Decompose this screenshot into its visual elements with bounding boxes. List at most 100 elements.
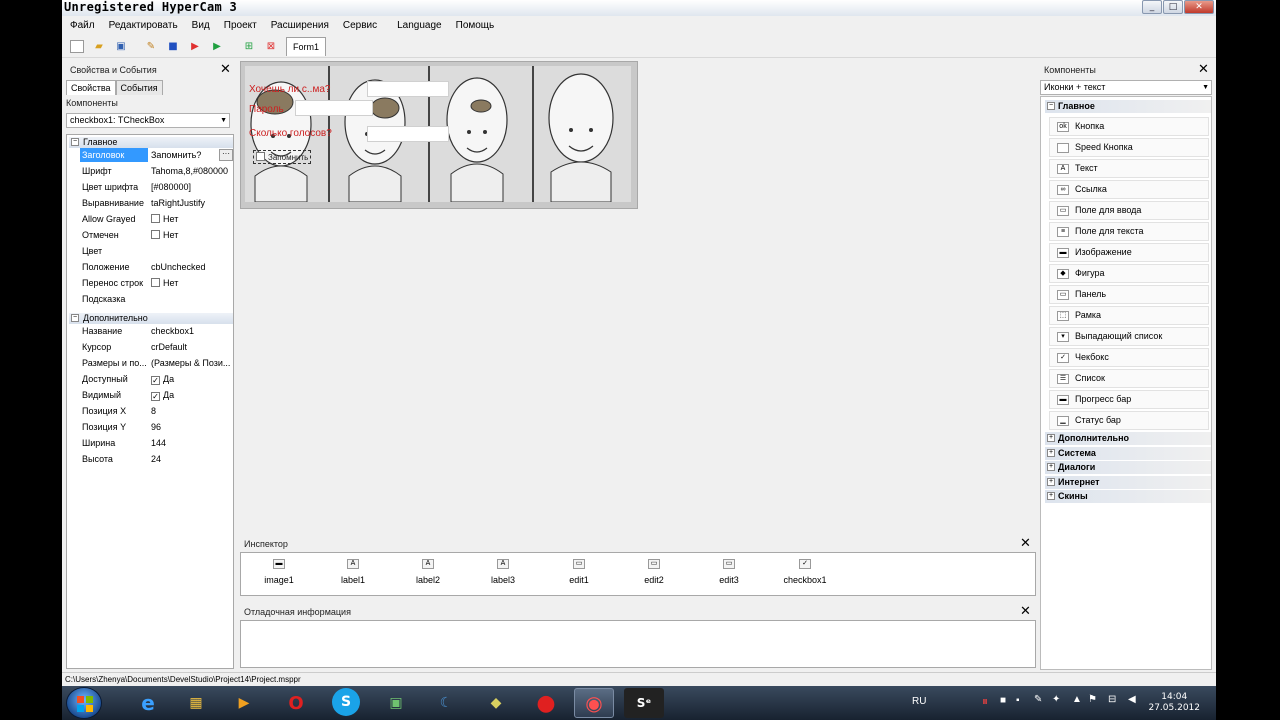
- component-shape[interactable]: ◆ Фигура: [1049, 264, 1209, 283]
- components-category-system[interactable]: + Система: [1045, 447, 1211, 460]
- run-green-icon[interactable]: ▶: [210, 40, 224, 53]
- volume-icon[interactable]: ◀: [1128, 694, 1136, 705]
- prop-row-state[interactable]: Положение cbUnchecked: [80, 260, 233, 274]
- prop-row-font-color[interactable]: Цвет шрифта [#080000]: [80, 180, 233, 194]
- tray-icon[interactable]: ✦: [1052, 694, 1060, 705]
- expand-icon[interactable]: +: [1047, 492, 1055, 500]
- components-category-internet[interactable]: + Интернет: [1045, 476, 1211, 489]
- prop-row-caption[interactable]: Заголовок Запомнить? ···: [80, 148, 233, 162]
- inspector-item-checkbox1[interactable]: ✓ checkbox1: [775, 559, 835, 585]
- form-edit1[interactable]: [367, 81, 449, 97]
- component-combobox[interactable]: ▾ Выпадающий список: [1049, 327, 1209, 346]
- remove-form-icon[interactable]: ⊠: [264, 40, 278, 53]
- menu-edit[interactable]: Редактировать: [101, 20, 184, 31]
- debug-close-icon[interactable]: ✕: [1020, 605, 1031, 618]
- form-label3[interactable]: Сколько голосов?: [249, 128, 332, 139]
- inspector-item-label1[interactable]: Alabel1: [323, 559, 383, 585]
- edit-icon[interactable]: ✎: [144, 40, 158, 53]
- prop-value[interactable]: 8: [151, 404, 233, 418]
- inspector-item-edit2[interactable]: ▭ edit2: [624, 559, 684, 585]
- stop-icon[interactable]: ■: [166, 40, 180, 53]
- expand-icon[interactable]: +: [1047, 434, 1055, 442]
- clock[interactable]: 14:04 27.05.2012: [1148, 692, 1200, 714]
- ellipsis-button[interactable]: ···: [219, 149, 233, 161]
- skype-icon[interactable]: S: [332, 688, 360, 716]
- components-category-skins[interactable]: + Скины: [1045, 490, 1211, 503]
- menu-file[interactable]: Файл: [62, 20, 101, 31]
- hypercam-tray-icon[interactable]: ⏸: [982, 694, 988, 709]
- inspector-item-image1[interactable]: ▬ image1: [249, 559, 309, 585]
- prop-value[interactable]: 144: [151, 436, 233, 450]
- close-button[interactable]: ✕: [1184, 0, 1214, 14]
- inspector-item-edit3[interactable]: ▭ edit3: [699, 559, 759, 585]
- explorer-icon[interactable]: ▦: [176, 688, 216, 718]
- collapse-icon[interactable]: −: [71, 138, 79, 146]
- components-view-select[interactable]: Иконки + текст ▼: [1040, 80, 1212, 95]
- debug-output[interactable]: [240, 620, 1036, 668]
- prop-row-checked[interactable]: Отмечен Нет: [80, 228, 233, 242]
- prop-row-word-wrap[interactable]: Перенос строк Нет: [80, 276, 233, 290]
- prop-value[interactable]: checkbox1: [151, 324, 233, 338]
- maximize-button[interactable]: □: [1163, 0, 1183, 14]
- tab-form1[interactable]: Form1: [286, 37, 327, 56]
- form-edit3[interactable]: [367, 126, 449, 142]
- components-category-dialogs[interactable]: + Диалоги: [1045, 461, 1211, 474]
- collapse-icon[interactable]: −: [1047, 102, 1055, 110]
- sublime-icon[interactable]: Sᵉ: [624, 688, 664, 718]
- save-icon[interactable]: ▣: [114, 40, 128, 53]
- prop-value[interactable]: cbUnchecked: [151, 260, 233, 274]
- component-panel[interactable]: ▭ Панель: [1049, 285, 1209, 304]
- prop-value[interactable]: 24: [151, 452, 233, 466]
- component-progressbar[interactable]: ▬ Прогресс бар: [1049, 390, 1209, 409]
- checkbox-checked-icon[interactable]: ✓: [151, 392, 160, 401]
- prop-value[interactable]: 96: [151, 420, 233, 434]
- inspector-close-icon[interactable]: ✕: [1020, 537, 1031, 550]
- notes-icon[interactable]: ◆: [476, 688, 516, 718]
- tray-icon[interactable]: ▪: [1016, 695, 1020, 706]
- expand-icon[interactable]: +: [1047, 463, 1055, 471]
- components-category-main[interactable]: − Главное: [1045, 100, 1211, 113]
- language-indicator[interactable]: RU: [912, 696, 926, 707]
- start-button[interactable]: [66, 687, 102, 719]
- checkbox-icon[interactable]: [256, 152, 265, 161]
- prop-row-height[interactable]: Высота 24: [80, 452, 233, 466]
- tab-events[interactable]: События: [115, 80, 163, 95]
- form-label1[interactable]: Хочешь ли с..ма?: [249, 84, 330, 95]
- media-player-icon[interactable]: ▶: [224, 688, 264, 718]
- inspector-item-edit1[interactable]: ▭ edit1: [549, 559, 609, 585]
- inspector-item-label3[interactable]: Alabel3: [473, 559, 533, 585]
- category-main[interactable]: − Главное: [69, 137, 233, 148]
- arrow-up-icon[interactable]: ▲: [1072, 694, 1082, 705]
- prop-row-alignment[interactable]: Выравнивание taRightJustify: [80, 196, 233, 210]
- components-category-extra[interactable]: + Дополнительно: [1045, 432, 1211, 445]
- stop-tray-icon[interactable]: ■: [1000, 695, 1006, 706]
- prop-row-font[interactable]: Шрифт Tahoma,8,#080000: [80, 164, 233, 178]
- checkbox-checked-icon[interactable]: ✓: [151, 376, 160, 385]
- ie-icon[interactable]: e: [128, 688, 168, 718]
- component-checkbox[interactable]: ✓ Чекбокс: [1049, 348, 1209, 367]
- component-memo[interactable]: ≡ Поле для текста: [1049, 222, 1209, 241]
- inspector-item-label2[interactable]: Alabel2: [398, 559, 458, 585]
- pen-tray-icon[interactable]: ✎: [1034, 694, 1042, 705]
- component-frame[interactable]: ⬚ Рамка: [1049, 306, 1209, 325]
- component-image[interactable]: ▬ Изображение: [1049, 243, 1209, 262]
- prop-row-color[interactable]: Цвет: [80, 244, 233, 258]
- component-text[interactable]: A Текст: [1049, 159, 1209, 178]
- checkbox-icon[interactable]: [151, 278, 160, 287]
- component-select[interactable]: checkbox1: TCheckBox ▼: [66, 113, 230, 128]
- prop-value[interactable]: crDefault: [151, 340, 233, 354]
- open-folder-icon[interactable]: ▰: [92, 40, 106, 53]
- menu-extensions[interactable]: Расширения: [263, 20, 335, 31]
- component-speed-button[interactable]: Speed Кнопка: [1049, 138, 1209, 157]
- network-icon[interactable]: ⊟: [1108, 694, 1116, 705]
- prop-row-allow-grayed[interactable]: Allow Grayed Нет: [80, 212, 233, 226]
- prop-value[interactable]: [#080000]: [151, 180, 233, 194]
- prop-row-hint[interactable]: Подсказка: [80, 292, 233, 306]
- category-extra[interactable]: − Дополнительно: [69, 313, 233, 324]
- component-statusbar[interactable]: ▁ Статус бар: [1049, 411, 1209, 430]
- form-checkbox1[interactable]: Запомнить: [253, 150, 312, 164]
- new-file-icon[interactable]: [70, 40, 84, 53]
- menu-language[interactable]: Language: [389, 20, 448, 31]
- prop-value[interactable]: (Размеры & Пози...: [151, 356, 233, 370]
- prop-row-position-y[interactable]: Позиция Y 96: [80, 420, 233, 434]
